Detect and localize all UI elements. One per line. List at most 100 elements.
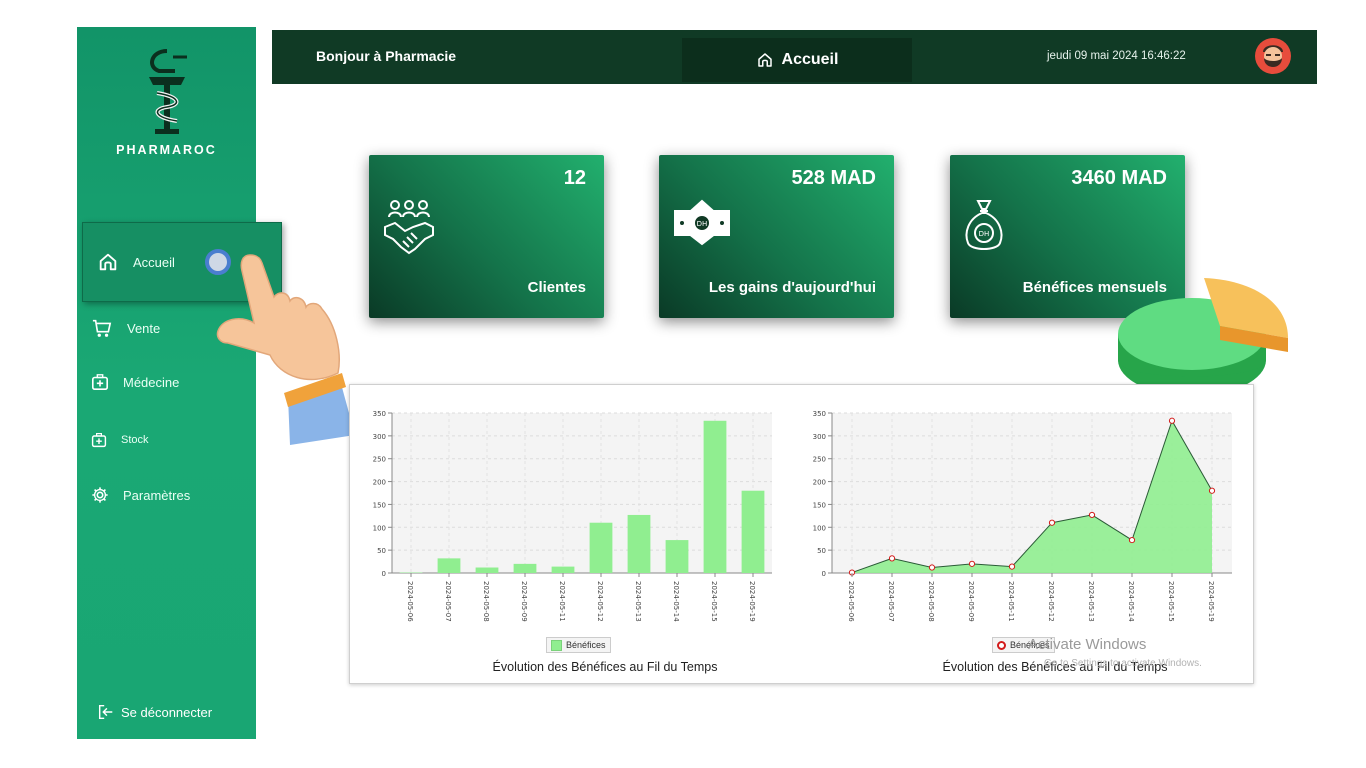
y-tick-label: 350 — [813, 410, 826, 418]
logout-button[interactable]: Se déconnecter — [97, 703, 212, 721]
x-tick-label: 2024-05-13 — [634, 581, 642, 622]
brand-name: PHARMAROC — [116, 143, 217, 157]
x-tick-label: 2024-05-06 — [847, 581, 855, 622]
bar — [665, 540, 689, 573]
banknote-icon: DH — [674, 199, 730, 246]
x-tick-label: 2024-05-19 — [748, 581, 756, 622]
x-tick-label: 2024-05-12 — [596, 581, 604, 622]
card-label: Les gains d'aujourd'hui — [708, 279, 876, 296]
x-tick-label: 2024-05-08 — [927, 581, 935, 622]
x-tick-label: 2024-05-15 — [710, 581, 718, 622]
data-point — [1088, 511, 1096, 519]
card-daily-earnings: 528 MAD DH Les gains d'aujourd'hui — [659, 155, 894, 318]
pointing-hand-illustration — [216, 254, 355, 445]
data-point — [1128, 536, 1136, 544]
y-tick-label: 150 — [813, 501, 826, 509]
x-tick-label: 2024-05-19 — [1207, 581, 1215, 622]
page-title-label: Accueil — [781, 51, 839, 68]
charts-panel: 0 50 100 150 200 250 300 350 2024-05-06 2024-05-0… — [349, 384, 1254, 684]
medkit-icon — [91, 433, 107, 448]
app-window: PHARMAROC Accueil Vente Médecine Stock P… — [0, 0, 1366, 768]
y-tick-label: 150 — [373, 501, 386, 509]
data-point — [1208, 487, 1216, 494]
datetime-display: jeudi 09 mai 2024 16:46:22 — [1047, 50, 1186, 62]
x-tick-label: 2024-05-14 — [1127, 581, 1135, 622]
data-point — [1168, 417, 1176, 424]
x-tick-label: 2024-05-14 — [672, 581, 680, 622]
x-tick-label: 2024-05-07 — [887, 581, 895, 622]
bar-chart: 0 50 100 150 200 250 300 350 2024-05-06 2024-05-0… — [373, 410, 772, 622]
card-value: 12 — [563, 167, 586, 189]
logout-icon — [98, 704, 113, 720]
svg-text:DH: DH — [697, 220, 708, 228]
legend-swatch — [997, 640, 1006, 650]
y-tick-label: 100 — [813, 524, 826, 532]
card-value: 3460 MAD — [1071, 167, 1167, 189]
bar — [475, 567, 499, 573]
legend-bar: Bénéfices — [546, 637, 611, 653]
data-point — [888, 555, 896, 562]
x-tick-label: 2024-05-09 — [520, 581, 528, 622]
y-tick-label: 300 — [813, 433, 826, 441]
y-tick-label: 0 — [382, 570, 386, 578]
y-tick-label: 250 — [813, 456, 826, 464]
cart-icon — [92, 319, 112, 337]
activate-windows-title: Activate Windows — [1028, 636, 1147, 653]
x-tick-label: 2024-05-11 — [558, 581, 566, 622]
pie-chart-illustration — [1118, 278, 1288, 396]
greeting-text: Bonjour à Pharmacie — [316, 48, 457, 64]
sidebar-item-label: Stock — [121, 434, 149, 446]
bar — [627, 514, 651, 573]
legend-label: Bénéfices — [566, 640, 606, 650]
card-clients: 12 Clientes — [369, 155, 604, 318]
y-tick-label: 200 — [813, 479, 826, 487]
home-icon — [757, 53, 772, 67]
sidebar-item-parametres[interactable]: Paramètres — [77, 474, 256, 516]
svg-text:DH: DH — [979, 230, 990, 238]
home-icon — [99, 253, 117, 271]
data-point — [1048, 519, 1056, 526]
logo: PHARMAROC — [77, 47, 256, 157]
avatar[interactable] — [1255, 38, 1291, 74]
card-label: Clientes — [527, 279, 586, 296]
sidebar-item-label: Vente — [127, 320, 161, 336]
y-tick-label: 350 — [373, 410, 386, 418]
x-tick-label: 2024-05-06 — [406, 581, 414, 622]
data-point — [1008, 563, 1016, 570]
gear-icon — [92, 487, 108, 503]
caduceus-logo-icon — [148, 49, 187, 134]
y-tick-label: 0 — [822, 570, 826, 578]
bar — [437, 558, 461, 573]
handshake-icon — [384, 200, 434, 255]
area-chart: 0 50 100 150 200 250 300 350 2024-05-06 2024-05-0… — [813, 410, 1232, 622]
money-bag-icon: DH — [965, 200, 1003, 250]
data-point — [928, 564, 936, 571]
logout-label: Se déconnecter — [121, 704, 213, 720]
y-tick-label: 200 — [373, 479, 386, 487]
x-tick-label: 2024-05-07 — [444, 581, 452, 622]
card-value: 528 MAD — [791, 167, 876, 189]
sidebar-item-label: Paramètres — [123, 487, 191, 503]
legend-swatch — [551, 639, 562, 651]
x-tick-label: 2024-05-09 — [967, 581, 975, 622]
medkit-icon — [91, 374, 109, 391]
sidebar-item-label: Accueil — [133, 254, 175, 270]
data-point — [968, 560, 976, 567]
y-tick-label: 100 — [373, 524, 386, 532]
x-tick-label: 2024-05-13 — [1087, 581, 1095, 622]
top-bar: Bonjour à Pharmacie Accueil jeudi 09 mai… — [272, 30, 1317, 84]
bar — [741, 490, 765, 573]
bar — [703, 420, 727, 573]
activate-windows-subtitle: Go to Settings to activate Windows. — [1044, 658, 1202, 669]
y-tick-label: 300 — [373, 433, 386, 441]
page-title: Accueil — [682, 38, 912, 82]
x-tick-label: 2024-05-12 — [1047, 581, 1055, 622]
x-tick-label: 2024-05-11 — [1007, 581, 1015, 622]
y-tick-label: 50 — [817, 547, 826, 555]
bar-chart-title: Évolution des Bénéfices au Fil du Temps — [492, 660, 718, 674]
bar — [513, 563, 537, 573]
sidebar-item-label: Médecine — [123, 374, 180, 390]
bar — [589, 522, 613, 573]
y-tick-label: 50 — [377, 547, 386, 555]
x-tick-label: 2024-05-15 — [1167, 581, 1175, 622]
